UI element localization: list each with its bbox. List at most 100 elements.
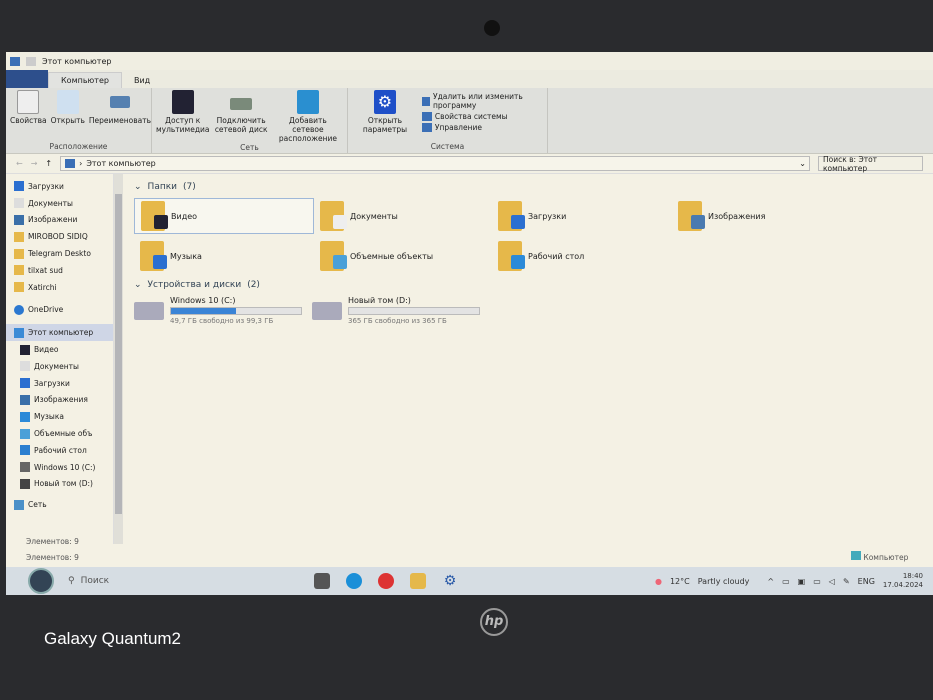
taskbar-search[interactable]: ⚲ Поиск (68, 576, 248, 586)
label: Доступ к мультимедиа (156, 116, 210, 134)
display-icon[interactable]: ▣ (798, 577, 806, 586)
label: Музыка (170, 251, 202, 261)
nav-pc-item[interactable]: Объемные объ (6, 425, 113, 442)
label: Видео (34, 345, 59, 355)
weather-icon[interactable]: ● (655, 577, 662, 586)
search-input[interactable]: Поиск в: Этот компьютер (818, 155, 923, 173)
weather-temp[interactable]: 12°C (670, 577, 690, 586)
drive-icon (20, 478, 30, 489)
nav-quick-item[interactable]: Изображени (6, 212, 113, 229)
clock[interactable]: 18:40 17.04.2024 (883, 572, 923, 590)
drive-free: 49,7 ГБ свободно из 99,3 ГБ (170, 317, 274, 325)
folders-header[interactable]: ⌄ Папки (7) (134, 182, 933, 192)
file-explorer-icon[interactable] (410, 573, 426, 589)
group-system: ⚙ Открыть параметры Удалить или изменить … (348, 88, 548, 153)
network-icon (14, 499, 24, 510)
label: Загрузки (528, 211, 567, 221)
tab-view[interactable]: Вид (122, 73, 162, 88)
address-bar[interactable]: › Этот компьютер ⌄ (60, 156, 810, 171)
label: Windows 10 (C:) (34, 462, 96, 472)
nav-quick-item[interactable]: tilxat sud (6, 262, 113, 279)
folder-icon (20, 445, 30, 456)
nav-pc-item[interactable]: Изображения (6, 392, 113, 409)
nav-quick-item[interactable]: Документы (6, 195, 113, 212)
nav-pc-item[interactable]: Документы (6, 358, 113, 375)
nav-pc-item[interactable]: Новый том (D:) (6, 476, 113, 493)
start-button[interactable] (28, 568, 54, 594)
weather-text[interactable]: Partly cloudy (698, 577, 750, 586)
status-computer: Компьютер (851, 551, 908, 562)
folder-item[interactable]: Изображения (672, 198, 852, 234)
manage-button[interactable]: Управление (421, 123, 543, 132)
label: Подключить сетевой диск (214, 116, 268, 134)
label: Рабочий стол (34, 445, 87, 455)
settings-icon[interactable]: ⚙ (442, 573, 458, 589)
edge-icon[interactable] (346, 573, 362, 589)
add-network-location-button[interactable]: Добавить сетевое расположение (273, 90, 343, 143)
ribbon-tabs: Компьютер Вид (6, 70, 933, 88)
chevron-up-icon[interactable]: ^ (767, 577, 774, 586)
task-view-icon[interactable] (314, 573, 330, 589)
folder-item[interactable]: Документы (314, 198, 492, 234)
folder-icon (20, 394, 30, 405)
title-bar: Этот компьютер (6, 52, 933, 70)
nav-network[interactable]: Сеть (6, 496, 113, 513)
tab-file[interactable] (6, 70, 48, 88)
meet-icon[interactable]: ▭ (782, 577, 790, 586)
open-button[interactable]: Открыть (51, 90, 85, 142)
folder-item[interactable]: Видео (134, 198, 314, 234)
rename-button[interactable]: Переименовать (89, 90, 151, 142)
nav-this-pc[interactable]: Этот компьютер (6, 324, 113, 342)
nav-pc-item[interactable]: Загрузки (6, 375, 113, 392)
nav-quick-item[interactable]: Telegram Deskto (6, 245, 113, 262)
pen-icon[interactable]: ✎ (843, 577, 850, 586)
folder-item[interactable]: Объемные объекты (314, 238, 492, 274)
nav-pc-item[interactable]: Рабочий стол (6, 442, 113, 459)
folder-item[interactable]: Музыка (134, 238, 314, 274)
taskbar: ⚲ Поиск ⚙ ● 12°C Partly cloudy ^ ▭ ▣ ▭ ◁ … (6, 567, 933, 595)
gear-icon: ⚙ (373, 90, 396, 114)
nav-pc-item[interactable]: Музыка (6, 408, 113, 425)
label: Поиск (80, 576, 110, 586)
system-properties-button[interactable]: Свойства системы (421, 112, 543, 121)
chevron-down-icon[interactable]: ⌄ (799, 159, 809, 168)
folder-icon (20, 344, 30, 355)
open-icon (56, 90, 79, 114)
nav-scrollbar[interactable] (114, 174, 123, 544)
cloud-icon (14, 304, 24, 315)
nav-onedrive[interactable]: OneDrive (6, 302, 113, 319)
drive-free: 365 ГБ свободно из 365 ГБ (348, 317, 447, 325)
label: Свойства системы (434, 112, 508, 121)
volume-icon[interactable]: ◁ (829, 577, 835, 586)
quick-access-icon[interactable] (26, 56, 36, 66)
map-drive-button[interactable]: Подключить сетевой диск (213, 90, 268, 143)
folder-item[interactable]: Рабочий стол (492, 238, 672, 274)
nav-quick-item[interactable]: Загрузки (6, 178, 113, 195)
rename-icon (109, 96, 130, 108)
tab-computer[interactable]: Компьютер (48, 72, 122, 88)
label: Папки (147, 182, 177, 192)
properties-button[interactable]: Свойства (10, 90, 47, 142)
navigation-pane: Загрузки Документы Изображени MIROBOD SIDIQ… (6, 174, 123, 544)
folder-item[interactable]: Загрузки (492, 198, 672, 234)
back-icon[interactable]: ← (16, 159, 23, 168)
manage-icon (421, 123, 432, 132)
nav-quick-item[interactable]: Xatirchi (6, 279, 113, 296)
folder-icon (140, 241, 167, 271)
up-icon[interactable]: ↑ (45, 159, 52, 168)
drive-item[interactable]: Windows 10 (C:) 49,7 ГБ свободно из 99,3 … (134, 296, 312, 325)
media-access-button[interactable]: Доступ к мультимедиа (156, 90, 209, 143)
nav-pc-item[interactable]: Видео (6, 341, 113, 358)
forward-icon[interactable]: → (31, 159, 38, 168)
uninstall-program-button[interactable]: Удалить или изменить программу (421, 92, 543, 110)
label: Xatirchi (28, 282, 57, 292)
nav-quick-item[interactable]: MIROBOD SIDIQ (6, 228, 113, 245)
count: (2) (247, 280, 260, 290)
open-settings-button[interactable]: ⚙ Открыть параметры (352, 90, 418, 142)
language-indicator[interactable]: ENG (858, 577, 875, 586)
chrome-icon[interactable] (378, 573, 394, 589)
drive-item[interactable]: Новый том (D:) 365 ГБ свободно из 365 ГБ (312, 296, 490, 325)
drives-header[interactable]: ⌄ Устройства и диски (2) (134, 280, 933, 290)
battery-icon[interactable]: ▭ (813, 577, 821, 586)
nav-pc-item[interactable]: Windows 10 (C:) (6, 459, 113, 476)
